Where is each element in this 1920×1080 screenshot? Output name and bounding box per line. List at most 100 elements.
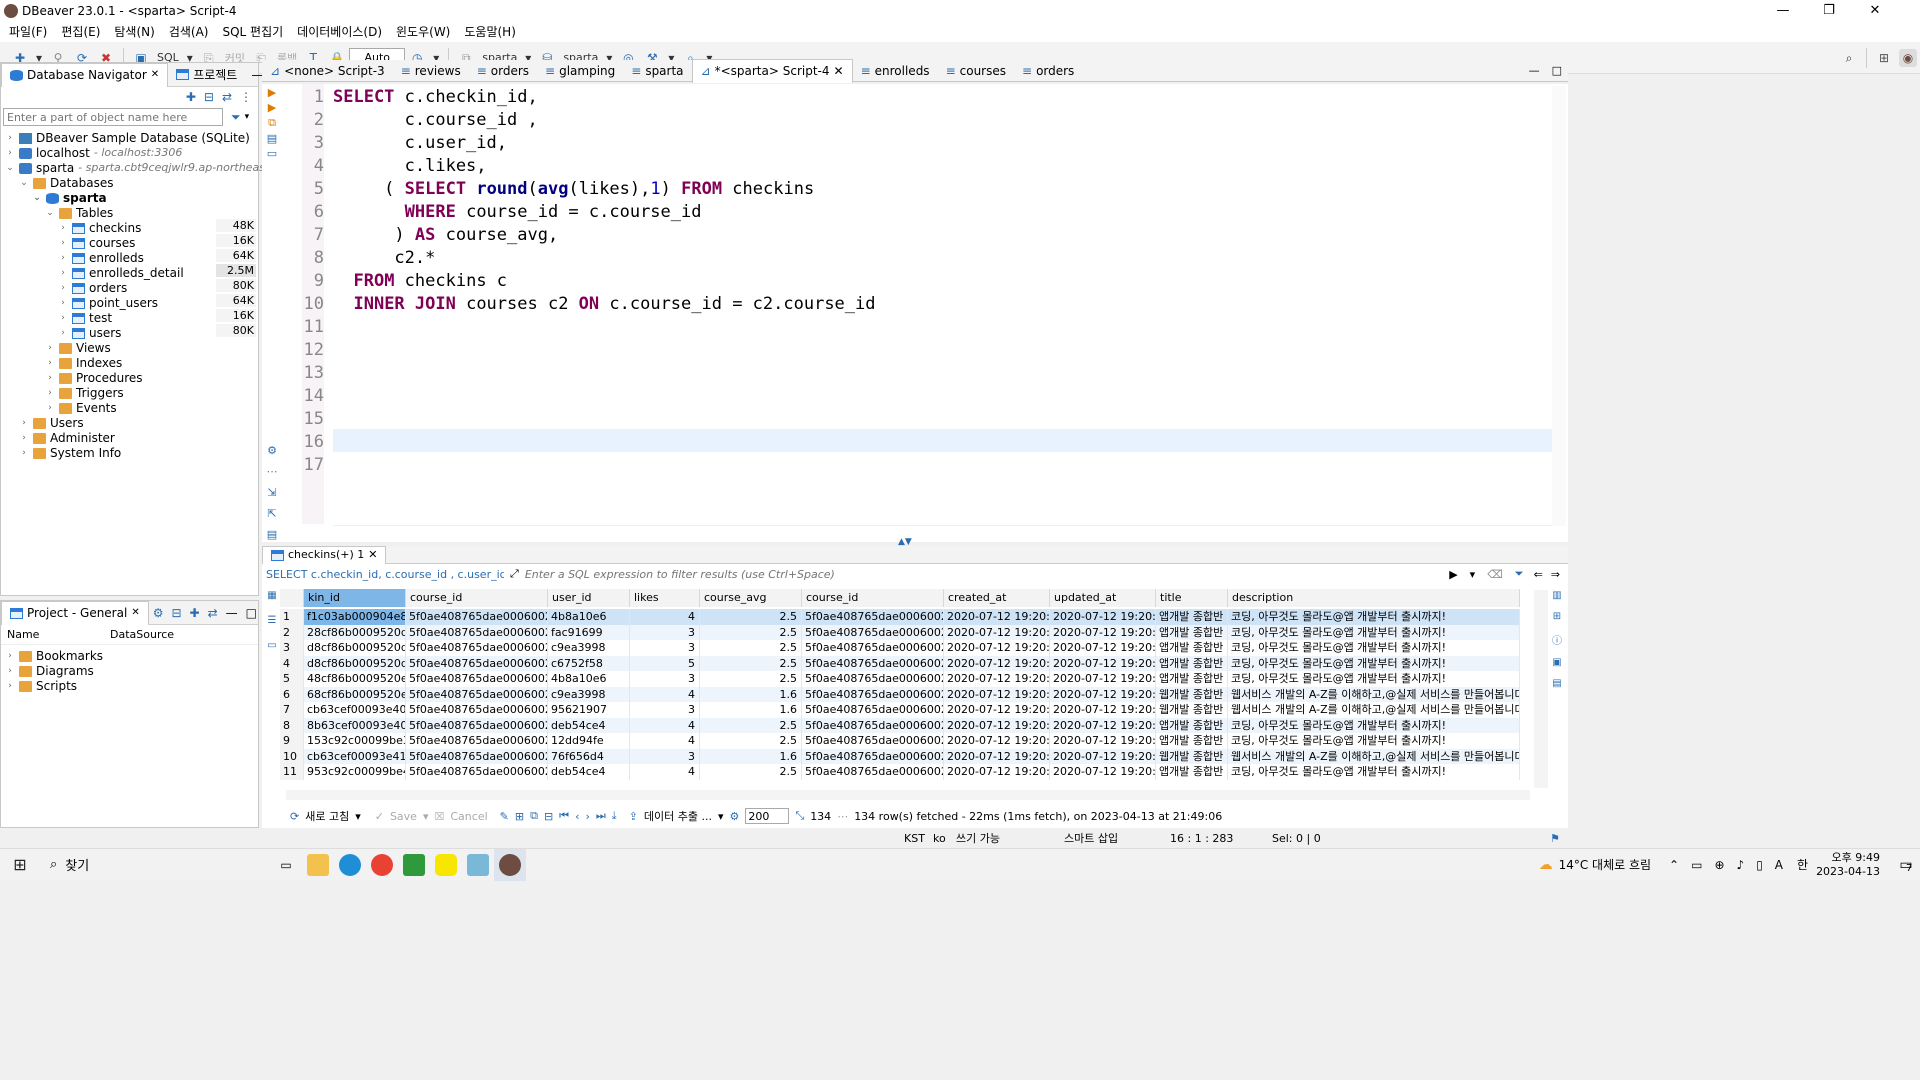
row-number[interactable]: 5 bbox=[280, 671, 304, 687]
table-cell[interactable]: c9ea3998 bbox=[548, 686, 630, 702]
grid-view-icon[interactable]: ▦ bbox=[267, 590, 276, 601]
table-cell[interactable]: 2020-07-12 19:20:56 bbox=[944, 624, 1050, 640]
table-cell[interactable]: 5f0ae408765dae0006002817 bbox=[406, 609, 548, 625]
settings-icon[interactable]: ⚙ bbox=[149, 606, 168, 620]
minimize-view-icon[interactable]: — bbox=[222, 606, 242, 620]
collapse-all-icon[interactable]: ⊟ bbox=[167, 606, 185, 620]
weather-icon[interactable]: ☁ bbox=[1539, 857, 1553, 873]
panels-icon[interactable]: ▥ bbox=[1552, 590, 1561, 601]
column-header[interactable]: updated_at bbox=[1050, 589, 1156, 607]
table-cell[interactable]: 1.6 bbox=[700, 748, 802, 764]
table-cell[interactable]: 5f0ae408765dae0006002817 bbox=[406, 717, 548, 733]
table-cell[interactable]: 코딩, 아무것도 몰라도@앱 개발부터 출시까지! bbox=[1228, 640, 1520, 656]
load-script-icon[interactable]: ▭ bbox=[267, 147, 277, 160]
table-cell[interactable]: 2020-07-12 19:20:56 bbox=[944, 702, 1050, 718]
results-tab[interactable]: checkins(+) 1 ✕ bbox=[262, 545, 387, 564]
table-cell[interactable]: 48cf86b0009520e1d bbox=[304, 671, 406, 687]
table-cell[interactable]: 코딩, 아무것도 몰라도@앱 개발부터 출시까지! bbox=[1228, 655, 1520, 671]
table-cell[interactable]: 4 bbox=[630, 609, 700, 625]
prev-page-icon[interactable]: ‹ bbox=[575, 810, 579, 823]
column-header[interactable]: likes bbox=[630, 589, 700, 607]
table-cell[interactable]: 앱개발 종합반 bbox=[1156, 717, 1228, 733]
chrome-icon[interactable] bbox=[366, 849, 398, 881]
column-header[interactable]: course_id bbox=[802, 589, 944, 607]
table-cell[interactable]: 앱개발 종합반 bbox=[1156, 624, 1228, 640]
tab-script-3[interactable]: ⊿ <none> Script-3 bbox=[262, 59, 393, 83]
table-cell[interactable]: 웹서비스 개발의 A-Z를 이해하고,@실제 서비스를 만들어봅니다. bbox=[1228, 702, 1520, 718]
tab-courses[interactable]: ≡ courses bbox=[938, 59, 1014, 83]
results-hscroll[interactable] bbox=[286, 790, 1530, 800]
table-cell[interactable]: 3 bbox=[630, 671, 700, 687]
column-name[interactable]: Name bbox=[1, 628, 106, 641]
table-cell[interactable]: 2.5 bbox=[700, 609, 802, 625]
table-cell[interactable]: 4 bbox=[630, 717, 700, 733]
table-cell[interactable]: 5f0ae408765dae0006002817 bbox=[802, 655, 944, 671]
table-cell[interactable]: d8cf86b0009520dd1 bbox=[304, 655, 406, 671]
tab-enrolleds[interactable]: ≡ enrolleds bbox=[853, 59, 938, 83]
results-filter-input[interactable] bbox=[524, 566, 1444, 582]
table-cell[interactable]: 앱개발 종합반 bbox=[1156, 764, 1228, 780]
chevron-down-icon[interactable]: ⌄ bbox=[32, 189, 42, 207]
volume-icon[interactable]: ♪ bbox=[1737, 858, 1745, 872]
close-button[interactable]: ✕ bbox=[1852, 0, 1898, 22]
table-cell[interactable]: 2020-07-12 19:20:56 bbox=[1050, 655, 1156, 671]
taskbar-clock[interactable]: 오후 9:49 2023-04-13 bbox=[1816, 851, 1880, 879]
refresh-button[interactable]: 새로 고침 bbox=[305, 808, 349, 824]
apply-filter-icon[interactable]: ▶ bbox=[1449, 568, 1457, 581]
menu-window[interactable]: 윈도우(W) bbox=[389, 22, 457, 42]
table-cell[interactable]: 2020-07-12 19:20:56 bbox=[944, 609, 1050, 625]
table-cell[interactable]: 3 bbox=[630, 640, 700, 656]
table-cell[interactable]: 2020-07-12 19:20:56 bbox=[1050, 717, 1156, 733]
grid-settings-icon[interactable]: ⊞ bbox=[1553, 611, 1561, 622]
calc-icon[interactable]: ▤ bbox=[1552, 678, 1561, 689]
table-cell[interactable]: 3 bbox=[630, 624, 700, 640]
table-cell[interactable]: 2020-07-12 19:20:56 bbox=[944, 686, 1050, 702]
add-row-icon[interactable]: ⊞ bbox=[515, 810, 524, 823]
table-cell[interactable]: 5f0ae408765dae0006002817 bbox=[406, 624, 548, 640]
table-cell[interactable]: 5f0ae408765dae0006002817 bbox=[802, 671, 944, 687]
notification-icon[interactable]: ⚑ bbox=[1550, 832, 1560, 845]
table-cell[interactable]: 2020-07-12 19:20:56 bbox=[1050, 609, 1156, 625]
file-explorer-icon[interactable] bbox=[302, 849, 334, 881]
import-icon[interactable]: ⇱ bbox=[267, 507, 276, 520]
close-icon[interactable]: ✕ bbox=[131, 601, 139, 625]
table-cell[interactable]: 4 bbox=[630, 733, 700, 749]
table-cell[interactable]: 4 bbox=[630, 686, 700, 702]
row-number[interactable]: 3 bbox=[280, 640, 304, 656]
tab-orders-2[interactable]: ≡ orders bbox=[1014, 59, 1082, 83]
row-number[interactable]: 8 bbox=[280, 717, 304, 733]
menu-file[interactable]: 파일(F) bbox=[2, 22, 54, 42]
clear-filter-icon[interactable]: ⌫ bbox=[1487, 568, 1503, 581]
tree-item-system-info[interactable]: › System Info bbox=[19, 444, 121, 462]
export-icon[interactable]: ⇲ bbox=[267, 486, 276, 499]
table-cell[interactable]: 앱개발 종합반 bbox=[1156, 609, 1228, 625]
tab-project-general[interactable]: Project - General ✕ bbox=[1, 600, 149, 625]
row-number[interactable]: 2 bbox=[280, 624, 304, 640]
fetch-all-icon[interactable]: ⤓ bbox=[612, 809, 617, 823]
display-icon[interactable]: ▯ bbox=[1756, 858, 1763, 872]
export-data-icon[interactable]: ⇪ bbox=[629, 810, 638, 823]
vim-icon[interactable] bbox=[398, 849, 430, 881]
table-cell[interactable]: 코딩, 아무것도 몰라도@앱 개발부터 출시까지! bbox=[1228, 764, 1520, 780]
add-icon[interactable]: ✚ bbox=[186, 606, 204, 620]
table-cell[interactable]: 5f0ae408765dae0006002817 bbox=[406, 671, 548, 687]
table-cell[interactable]: d8cf86b0009520dc7 bbox=[304, 640, 406, 656]
table-cell[interactable]: 5f0ae408765dae0006002817 bbox=[802, 764, 944, 780]
row-number[interactable]: 9 bbox=[280, 733, 304, 749]
notepad-icon[interactable] bbox=[462, 849, 494, 881]
tray-app-icon[interactable]: ▭ bbox=[1691, 858, 1702, 872]
tray-chevron-icon[interactable]: ⌃ bbox=[1669, 858, 1679, 872]
table-cell[interactable]: 코딩, 아무것도 몰라도@앱 개발부터 출시까지! bbox=[1228, 624, 1520, 640]
collapse-all-icon[interactable]: ⊟ bbox=[204, 90, 214, 104]
table-cell[interactable]: 앱개발 종합반 bbox=[1156, 640, 1228, 656]
table-cell[interactable]: 2.5 bbox=[700, 655, 802, 671]
settings-icon[interactable]: ⚙ bbox=[267, 444, 277, 457]
taskbar-search[interactable]: ⌕ 찾기 bbox=[40, 849, 270, 881]
filter-dropdown-icon[interactable]: ▾ bbox=[245, 112, 250, 122]
copy-row-icon[interactable]: ⧉ bbox=[530, 809, 538, 823]
fetch-settings-icon[interactable]: ⚙ bbox=[730, 810, 740, 823]
menu-edit[interactable]: 편집(E) bbox=[54, 22, 107, 42]
table-cell[interactable]: 1.6 bbox=[700, 686, 802, 702]
table-cell[interactable]: 코딩, 아무것도 몰라도@앱 개발부터 출시까지! bbox=[1228, 717, 1520, 733]
export-data-button[interactable]: 데이터 추출 ... bbox=[644, 808, 712, 824]
